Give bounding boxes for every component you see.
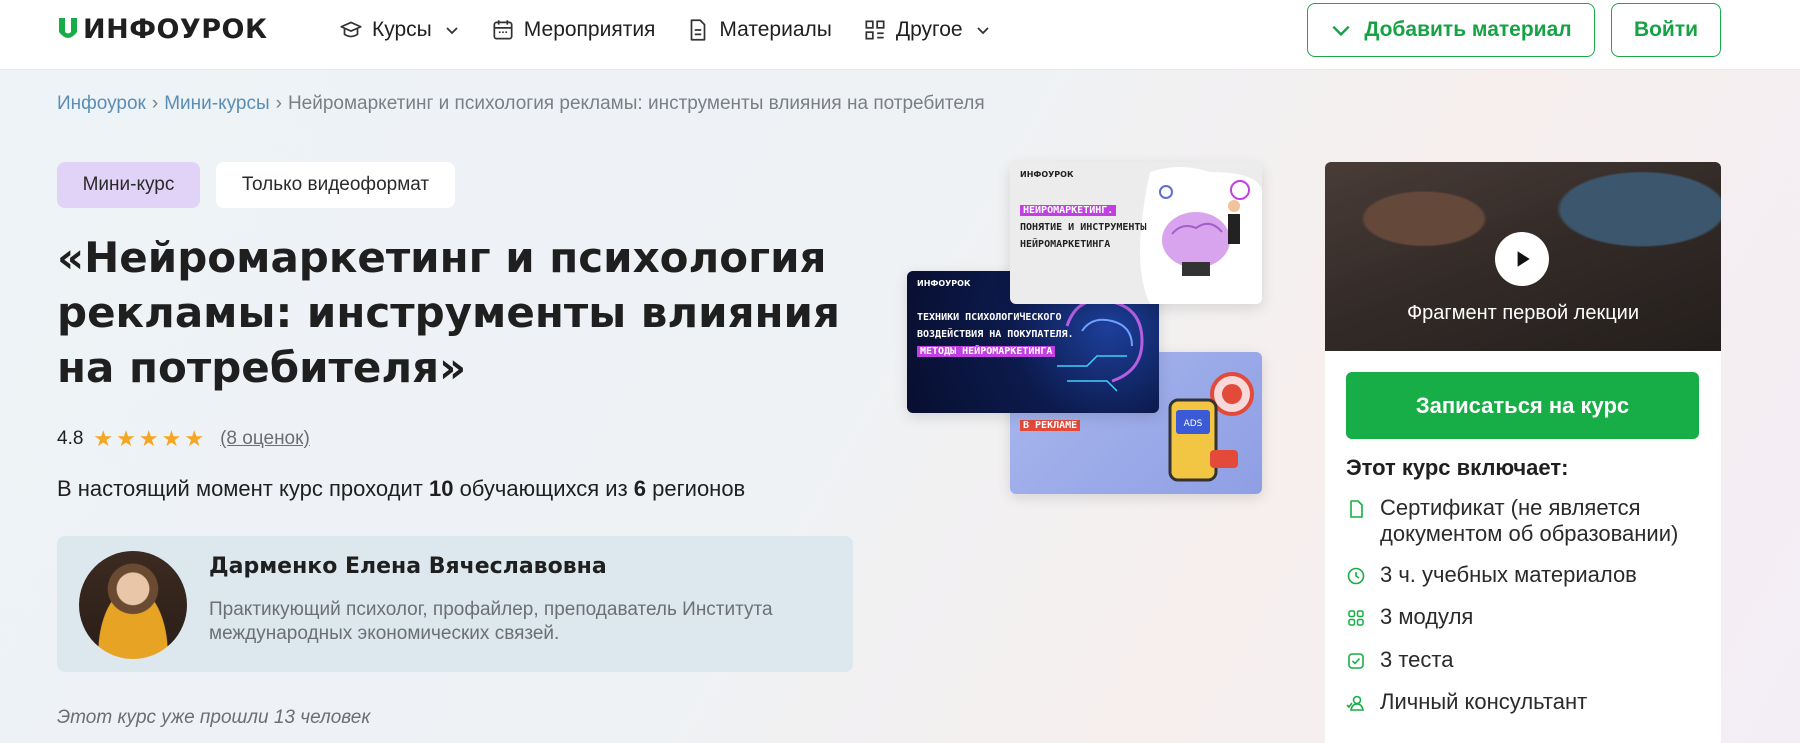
calendar-icon <box>493 20 513 40</box>
logo[interactable]: ИНФОУРОК <box>57 14 268 45</box>
nav-events[interactable]: Мероприятия <box>490 17 656 43</box>
rating-stars: ★ ★ ★ ★ ★ <box>93 426 204 452</box>
breadcrumb-separator: › <box>275 93 282 114</box>
add-material-label: Добавить материал <box>1364 18 1572 41</box>
nav-materials[interactable]: Материалы <box>685 17 832 43</box>
consultant-icon <box>1346 695 1364 711</box>
tag-video-only: Только видеоформат <box>216 162 455 208</box>
tag-mini-course-label: Мини-курс <box>82 174 175 195</box>
card3-highlight: В РЕКЛАМЕ <box>1020 420 1081 431</box>
breadcrumb-separator: › <box>151 93 159 114</box>
students-suffix: регионов <box>652 476 746 501</box>
card2-line2: ВОЗДЕЙСТВИЯ НА ПОКУПАТЕЛЯ. <box>917 329 1074 340</box>
chevron-down-icon <box>976 27 989 35</box>
passed-count-text: Этот курс уже прошли 13 человек <box>57 707 371 728</box>
star-icon: ★ <box>184 426 205 451</box>
ads-label: ADS <box>1184 419 1203 429</box>
course-title: «Нейромаркетинг и психология рекламы: ин… <box>57 233 840 392</box>
document-icon <box>691 19 706 41</box>
card-logo: ИНФОУРОК <box>1020 170 1074 179</box>
chevron-down-icon <box>1332 25 1350 37</box>
regions-count: 6 <box>633 476 647 501</box>
nav-other[interactable]: Другое <box>862 17 991 43</box>
course-image-card-1: ИНФОУРОК НЕЙРОМАРКЕТИНГ. ПОНЯТИЕ И ИНСТР… <box>1010 162 1262 304</box>
include-text: Личный консультант <box>1380 689 1588 714</box>
video-label: Фрагмент первой лекции <box>1406 302 1640 324</box>
include-certificate: Сертификат (не является документом об об… <box>1346 495 1706 547</box>
students-info: В настоящий момент курс проходит 10 обуч… <box>57 476 745 502</box>
card2-highlight: МЕТОДЫ НЕЙРОМАРКЕТИНГА <box>917 346 1056 357</box>
grid-icon <box>865 20 885 40</box>
nav-events-label: Мероприятия <box>523 18 656 41</box>
card1-line2: ПОНЯТИЕ И ИНСТРУМЕНТЫ <box>1020 222 1147 233</box>
tag-mini-course: Мини-курс <box>57 162 200 208</box>
clock-icon <box>1347 567 1365 585</box>
graduation-cap-icon <box>340 21 362 38</box>
students-prefix: В настоящий момент курс проходит <box>57 476 423 501</box>
card-logo: ИНФОУРОК <box>917 279 971 288</box>
include-hours: 3 ч. учебных материалов <box>1346 562 1637 588</box>
include-text: 3 теста <box>1380 647 1454 672</box>
play-button[interactable] <box>1495 232 1549 286</box>
brain-illustration-icon <box>1140 167 1262 304</box>
add-material-button[interactable]: Добавить материал <box>1307 3 1595 57</box>
tag-video-only-label: Только видеоформат <box>241 174 430 195</box>
include-consultant: Личный консультант <box>1346 689 1587 715</box>
card1-line3: НЕЙРОМАРКЕТИНГА <box>1020 239 1111 250</box>
chevron-down-icon <box>446 27 458 35</box>
breadcrumb-current: Нейромаркетинг и психология рекламы: инс… <box>287 93 985 114</box>
includes-title: Этот курс включает: <box>1346 455 1569 480</box>
include-text: 3 модуля <box>1380 604 1474 629</box>
star-icon: ★ <box>116 426 136 451</box>
card1-highlight: НЕЙРОМАРКЕТИНГ. <box>1020 205 1117 216</box>
phone-ads-icon: ADS <box>1168 372 1254 482</box>
enroll-button[interactable]: Записаться на курс <box>1346 372 1699 439</box>
modules-icon <box>1348 610 1364 626</box>
reviews-link[interactable]: (8 оценок) <box>220 428 310 450</box>
include-tests: 3 теста <box>1346 647 1453 673</box>
card2-line1: ТЕХНИКИ ПСИХОЛОГИЧЕСКОГО <box>917 312 1062 323</box>
logo-text: ИНФОУРОК <box>83 14 268 45</box>
site-header: ИНФОУРОК Курсы Мероприятия Материалы Дру… <box>0 0 1800 70</box>
login-button[interactable]: Войти <box>1611 3 1721 57</box>
certificate-icon <box>1350 500 1363 518</box>
include-text: 3 ч. учебных материалов <box>1380 562 1637 587</box>
author-name: Дарменко Елена Вячеславовна <box>209 554 607 579</box>
star-icon: ★ <box>161 426 182 451</box>
avatar <box>79 551 187 659</box>
include-text: Сертификат (не является документом об об… <box>1380 495 1679 546</box>
breadcrumb-mini-courses[interactable]: Мини-курсы <box>164 93 269 115</box>
nav-courses-label: Курсы <box>372 18 432 41</box>
author-description: Практикующий психолог, профайлер, препод… <box>209 599 773 644</box>
nav-courses[interactable]: Курсы <box>338 17 460 43</box>
students-middle: обучающихся из <box>459 476 628 501</box>
main-nav: Курсы Мероприятия Материалы Другое <box>338 0 1021 60</box>
author-card[interactable]: Дарменко Елена Вячеславовна Практикующий… <box>57 536 853 672</box>
students-count: 10 <box>428 476 454 501</box>
breadcrumb: Инфоурок › Мини-курсы › Нейромаркетинг и… <box>57 93 985 115</box>
include-modules: 3 модуля <box>1346 604 1473 630</box>
course-rating: 4.8 ★ ★ ★ ★ ★ (8 оценок) <box>57 426 310 452</box>
enroll-panel: Фрагмент первой лекции Записаться на кур… <box>1325 162 1721 743</box>
enroll-label: Записаться на курс <box>1415 392 1630 418</box>
nav-other-label: Другое <box>895 18 963 41</box>
rating-value: 4.8 <box>57 428 84 449</box>
login-label: Войти <box>1633 18 1699 41</box>
star-icon: ★ <box>138 426 159 451</box>
logo-mark-icon <box>59 17 77 38</box>
video-preview[interactable]: Фрагмент первой лекции <box>1325 162 1721 351</box>
nav-materials-label: Материалы <box>719 18 832 41</box>
test-check-icon <box>1348 653 1364 669</box>
breadcrumb-home[interactable]: Инфоурок <box>57 93 146 115</box>
play-icon <box>1517 251 1530 267</box>
star-icon: ★ <box>93 426 114 451</box>
